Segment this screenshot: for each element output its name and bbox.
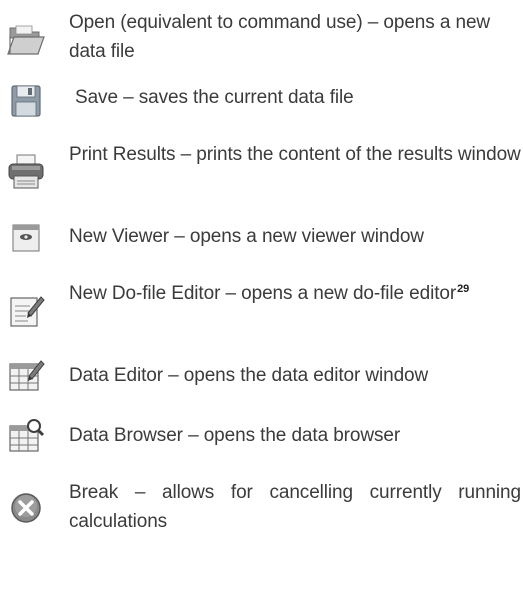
list-item-save: Save – saves the current data file	[0, 80, 523, 140]
do-file-editor-text: New Do-file Editor – opens a new do-file…	[69, 283, 457, 304]
print-description: Print Results – prints the content of th…	[69, 144, 521, 165]
save-floppy-icon	[4, 80, 48, 124]
list-item-new-viewer: New Viewer – opens a new viewer window	[0, 219, 523, 279]
do-file-editor-description: New Do-file Editor – opens a new do-file…	[69, 279, 521, 308]
viewer-icon	[4, 215, 48, 259]
printer-icon	[4, 150, 48, 194]
do-file-editor-icon	[4, 289, 48, 333]
data-browser-icon	[4, 414, 48, 458]
open-folder-icon	[4, 18, 48, 62]
footnote-marker: 29	[457, 282, 470, 295]
data-browser-description: Data Browser – opens the data browser	[69, 425, 401, 446]
open-description: Open (equivalent to command use) – opens…	[69, 12, 491, 62]
viewer-description: New Viewer – opens a new viewer window	[69, 226, 424, 247]
list-item-break: Break – allows for cancelling currently …	[0, 478, 523, 538]
list-item-data-browser: Data Browser – opens the data browser	[0, 418, 523, 478]
list-item-open: Open (equivalent to command use) – opens…	[0, 8, 523, 68]
list-item-data-editor: Data Editor – opens the data editor wind…	[0, 358, 523, 418]
break-icon	[4, 486, 48, 530]
list-item-print: Print Results – prints the content of th…	[0, 140, 523, 200]
break-description: Break – allows for cancelling currently …	[69, 482, 521, 532]
list-item-new-do-file-editor: New Do-file Editor – opens a new do-file…	[0, 279, 523, 339]
data-editor-description: Data Editor – opens the data editor wind…	[69, 365, 429, 386]
data-editor-icon	[4, 354, 48, 398]
save-description: Save – saves the current data file	[75, 87, 354, 108]
